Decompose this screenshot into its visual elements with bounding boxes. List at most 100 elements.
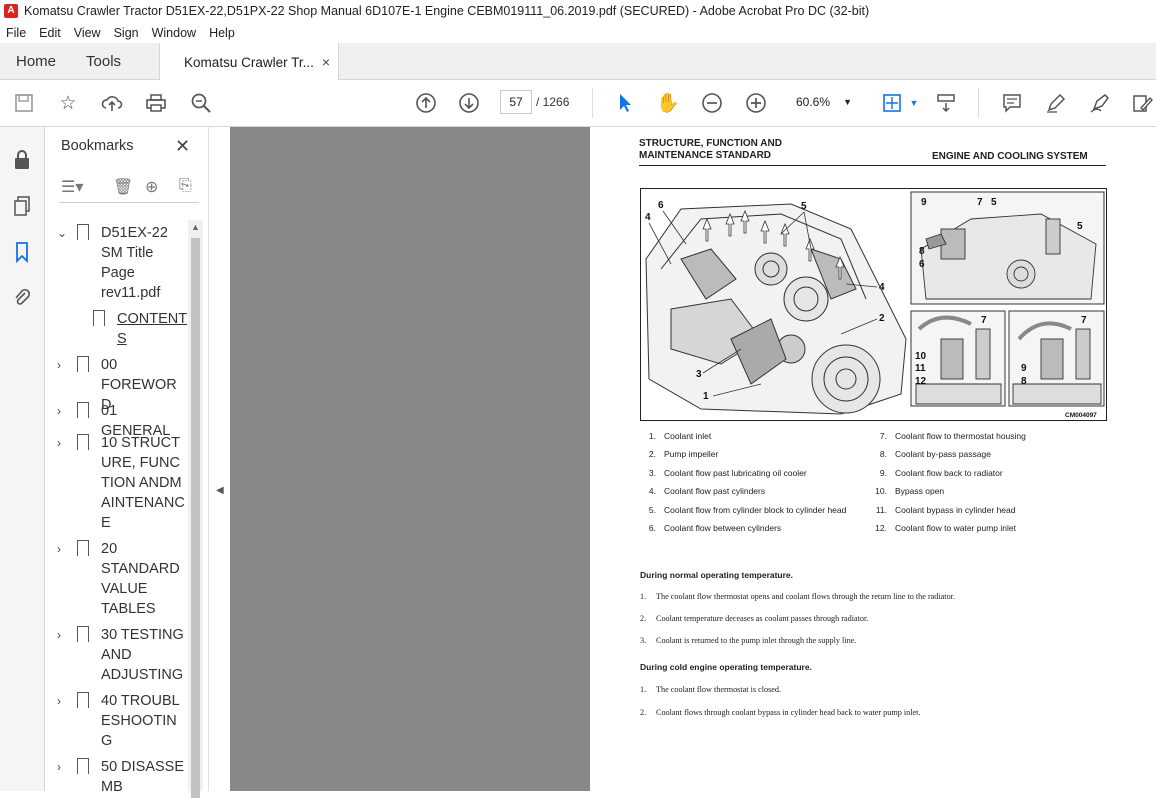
fit-page-dropdown-icon[interactable]: ▼ [902, 91, 926, 115]
bookmarks-panel: Bookmarks ✕ ☰▾ 🗑 ⊕ ⎘ ⌄ D51EX-22 SM Title… [45, 127, 208, 791]
legend-item: 10. Bypass open [875, 486, 945, 497]
scrollbar-thumb[interactable] [191, 238, 200, 798]
svg-text:5: 5 [1077, 221, 1083, 232]
svg-text:1: 1 [703, 391, 709, 402]
legend-item: 6. Coolant flow between cylinders [648, 522, 782, 533]
section-title: During cold engine operating temperature… [640, 662, 812, 672]
toolbar-divider [978, 88, 979, 118]
legend-item: 2. Pump impeller [648, 449, 719, 460]
comment-icon[interactable] [1000, 91, 1024, 115]
draw-pen-icon[interactable] [1088, 91, 1112, 115]
tab-document[interactable]: Komatsu Crawler Tr... × [159, 43, 340, 81]
header-rule [639, 165, 1106, 166]
legend-item: 3. Coolant flow past lubricating oil cool… [648, 467, 807, 478]
section-title: During normal operating temperature. [640, 570, 794, 580]
figure-legend-left: 1. Coolant inlet 2. Pump impeller 3. Coolan… [640, 431, 846, 541]
paragraph: 1. The coolant flow thermostat is closed. [640, 685, 782, 694]
svg-text:6: 6 [658, 200, 664, 211]
svg-text:10: 10 [915, 351, 927, 362]
tab-document-label: Komatsu Crawler Tr... [184, 54, 314, 70]
paragraph: 2. Coolant flows through coolant bypass i… [640, 708, 921, 717]
delete-bookmark-icon[interactable]: 🗑 [113, 177, 133, 197]
next-page-icon[interactable] [457, 91, 481, 115]
paragraph: 2. Coolant temperature deceases as coolan… [640, 614, 869, 623]
bookmark-item[interactable]: › 50 DISASSEMB [53, 757, 203, 791]
legend-item: 7. Coolant flow to thermostat housing [879, 431, 1026, 441]
close-tab-icon[interactable]: × [322, 54, 330, 70]
zoom-out-icon[interactable] [700, 91, 724, 115]
chevron-right-icon[interactable]: › [57, 757, 61, 777]
bookmarks-scrollbar[interactable]: ▲ [188, 220, 203, 798]
highlight-pen-icon[interactable] [1044, 91, 1068, 115]
engine-illustration: 6 4 5 4 2 3 1 9 7 5 8 6 5 7 10 11 12 7 9… [645, 191, 1105, 419]
tab-bar: Home Tools Komatsu Crawler Tr... × [0, 43, 1156, 81]
zoom-level-select[interactable]: 60.6% ▼ [786, 90, 860, 114]
bookmark-icon [77, 758, 89, 779]
save-icon[interactable] [12, 91, 36, 115]
bookmark-icon [77, 540, 89, 561]
chevron-down-icon: ▼ [843, 97, 852, 107]
upload-cloud-icon[interactable] [100, 91, 124, 115]
edit-pdf-icon[interactable] [1130, 91, 1154, 115]
bookmark-star-icon[interactable]: ☆ [56, 91, 80, 115]
coolant-flow-figure: 6 4 5 4 2 3 1 9 7 5 8 6 5 7 10 11 12 7 9… [640, 188, 1107, 421]
svg-text:7: 7 [981, 315, 987, 326]
new-bookmark-icon[interactable]: ⊕ [145, 177, 158, 197]
svg-text:4: 4 [645, 212, 651, 223]
zoom-search-icon[interactable] [189, 91, 213, 115]
fit-page-icon[interactable] [880, 91, 904, 115]
menu-file[interactable]: File [6, 26, 26, 40]
print-icon[interactable] [144, 91, 168, 115]
chevron-right-icon[interactable]: › [57, 691, 61, 711]
page-thumbnails-icon[interactable] [10, 195, 34, 219]
scroll-up-icon[interactable]: ▲ [191, 222, 200, 232]
attachments-icon[interactable] [10, 287, 34, 311]
figure-legend-right: 7. Coolant flow to thermostat housing 8. C… [871, 431, 1026, 541]
tab-home[interactable]: Home [0, 43, 72, 79]
bookmark-icon [77, 224, 89, 245]
page-number-input[interactable]: 57 [500, 90, 532, 114]
svg-text:8: 8 [1021, 376, 1027, 387]
svg-text:9: 9 [1021, 363, 1027, 374]
chevron-right-icon[interactable]: › [57, 433, 61, 453]
legend-item: 9. Coolant flow back to radiator [879, 467, 1003, 478]
toolbar: ☆ ✋ ▼ [0, 80, 1156, 127]
select-cursor-icon[interactable] [613, 91, 637, 115]
hand-tool-icon[interactable]: ✋ [656, 91, 680, 115]
svg-text:9: 9 [921, 197, 927, 208]
chevron-right-icon[interactable]: › [57, 401, 61, 421]
previous-page-icon[interactable] [414, 91, 438, 115]
paragraph: 3. Coolant is returned to the pump inlet … [640, 636, 857, 645]
bookmarks-panel-icon[interactable] [10, 241, 34, 265]
scroll-mode-icon[interactable] [934, 91, 958, 115]
chevron-right-icon[interactable]: › [57, 539, 61, 559]
paragraph: 1. The coolant flow thermostat opens and … [640, 592, 955, 601]
svg-text:4: 4 [879, 282, 885, 293]
bookmark-options-icon[interactable]: ☰▾ [61, 177, 83, 197]
zoom-in-icon[interactable] [744, 91, 768, 115]
menu-help[interactable]: Help [209, 26, 235, 40]
svg-text:2: 2 [879, 313, 885, 324]
collapse-panel-icon[interactable]: ◀ [216, 485, 224, 496]
tab-tools[interactable]: Tools [72, 43, 137, 79]
lock-icon[interactable] [10, 149, 34, 173]
page-header-left: STRUCTURE, FUNCTION AND MAINTENANCE STAN… [639, 138, 782, 161]
menu-view[interactable]: View [74, 26, 101, 40]
chevron-down-icon[interactable]: ⌄ [57, 223, 67, 243]
bookmarks-toolbar: ☰▾ 🗑 ⊕ ⎘ [59, 177, 199, 203]
bookmark-icon [93, 310, 105, 331]
page-total: / 1266 [536, 95, 570, 109]
window-title: Komatsu Crawler Tractor D51EX-22,D51PX-2… [24, 4, 870, 18]
chevron-right-icon[interactable]: › [57, 355, 61, 375]
menu-sign[interactable]: Sign [114, 26, 139, 40]
svg-text:5: 5 [801, 201, 807, 212]
bookmark-from-selection-icon[interactable]: ⎘ [179, 177, 192, 195]
panel-splitter[interactable]: ◀ [208, 127, 230, 791]
zoom-level-value: 60.6% [796, 95, 831, 109]
svg-text:12: 12 [915, 376, 927, 387]
menu-edit[interactable]: Edit [39, 26, 61, 40]
page-header-right: ENGINE AND COOLING SYSTEM [932, 151, 1088, 162]
menu-window[interactable]: Window [152, 26, 196, 40]
chevron-right-icon[interactable]: › [57, 625, 61, 645]
close-icon[interactable]: ✕ [175, 136, 190, 157]
